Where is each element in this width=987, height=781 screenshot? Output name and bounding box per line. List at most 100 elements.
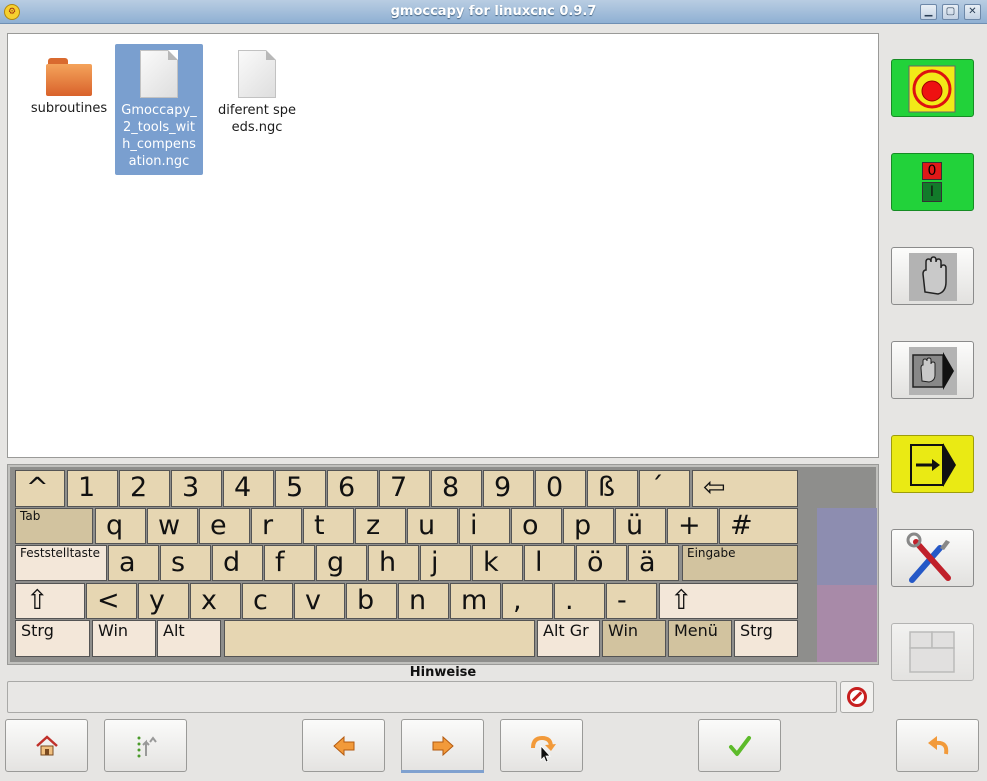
document-icon	[238, 50, 276, 98]
key[interactable]: e	[199, 508, 250, 544]
arrow-right-icon	[910, 443, 956, 487]
key[interactable]: ,	[502, 583, 553, 619]
keyboard-side-panel	[817, 508, 877, 585]
key[interactable]: c	[242, 583, 293, 619]
checkmark-icon	[728, 736, 751, 756]
key[interactable]: s	[160, 545, 211, 581]
hints-field	[7, 681, 837, 713]
key[interactable]: m	[450, 583, 501, 619]
document-icon	[140, 50, 178, 98]
close-icon[interactable]: ✕	[964, 4, 981, 20]
focus-indicator	[401, 770, 484, 773]
key[interactable]: 7	[379, 470, 430, 507]
key[interactable]: 8	[431, 470, 482, 507]
back-button[interactable]	[896, 719, 979, 772]
alt-key[interactable]: Alt	[157, 620, 221, 657]
key[interactable]: j	[420, 545, 471, 581]
key[interactable]: 5	[275, 470, 326, 507]
key[interactable]: z	[355, 508, 406, 544]
key[interactable]: 0	[535, 470, 586, 507]
file-item-folder[interactable]: subroutines	[25, 44, 113, 121]
key[interactable]: l	[524, 545, 575, 581]
tabs-icon	[909, 631, 955, 673]
key[interactable]: ß	[587, 470, 638, 507]
arrow-right-icon	[432, 735, 454, 757]
key[interactable]: w	[147, 508, 198, 544]
jump-to-button[interactable]	[500, 719, 583, 772]
previous-button[interactable]	[302, 719, 385, 772]
file-label: diferent speeds.ngc	[218, 103, 296, 135]
file-item-selected[interactable]: Gmoccapy_2_tools_with_compensation.ngc	[115, 44, 203, 175]
menu-key[interactable]: Menü	[668, 620, 732, 657]
shift-key[interactable]: ⇧	[659, 583, 798, 619]
select-button[interactable]	[698, 719, 781, 772]
key[interactable]: #	[719, 508, 798, 544]
key[interactable]: a	[108, 545, 159, 581]
backspace-key[interactable]: ⇦	[692, 470, 798, 507]
ctrl-key[interactable]: Strg	[15, 620, 90, 657]
key[interactable]: u	[407, 508, 458, 544]
key[interactable]: ´	[639, 470, 690, 507]
settings-button[interactable]	[891, 529, 974, 587]
key[interactable]: g	[316, 545, 367, 581]
key[interactable]: 1	[67, 470, 118, 507]
hand-arrow-icon	[909, 347, 957, 395]
key[interactable]: n	[398, 583, 449, 619]
key[interactable]: i	[459, 508, 510, 544]
key[interactable]: 2	[119, 470, 170, 507]
key[interactable]: -	[606, 583, 657, 619]
alt-gr-key[interactable]: Alt Gr	[537, 620, 600, 657]
hints-label: Hinweise	[409, 665, 477, 680]
file-item[interactable]: diferent speeds.ngc	[213, 44, 301, 140]
space-key[interactable]	[224, 620, 535, 657]
key[interactable]: <	[86, 583, 137, 619]
jump-icon	[530, 735, 556, 763]
caps-lock-key[interactable]: Feststelltaste	[15, 545, 107, 581]
minimize-icon[interactable]: ▁	[920, 4, 937, 20]
file-chooser[interactable]: subroutines Gmoccapy_2_tools_with_compen…	[7, 33, 879, 458]
key[interactable]: y	[138, 583, 189, 619]
win-key[interactable]: Win	[602, 620, 666, 657]
dir-up-button[interactable]	[104, 719, 187, 772]
key[interactable]: h	[368, 545, 419, 581]
key[interactable]: 3	[171, 470, 222, 507]
key[interactable]: d	[212, 545, 263, 581]
enter-key[interactable]: Eingabe	[682, 545, 798, 581]
hand-icon	[909, 253, 957, 301]
key[interactable]: p	[563, 508, 614, 544]
key[interactable]: f	[264, 545, 315, 581]
manual-mode-button[interactable]	[891, 247, 974, 305]
key[interactable]: ^	[15, 470, 65, 507]
key[interactable]: .	[554, 583, 605, 619]
clear-hints-button[interactable]	[840, 681, 874, 713]
key[interactable]: ö	[576, 545, 627, 581]
auto-mode-button[interactable]	[891, 435, 974, 493]
power-on-indicator: I	[922, 182, 942, 202]
machine-power-button[interactable]: 0 I	[891, 153, 974, 211]
user-tabs-button[interactable]	[891, 623, 974, 681]
mdi-mode-button[interactable]	[891, 341, 974, 399]
key[interactable]: ä	[628, 545, 679, 581]
win-key[interactable]: Win	[92, 620, 156, 657]
key[interactable]: o	[511, 508, 562, 544]
key[interactable]: 6	[327, 470, 378, 507]
home-button[interactable]	[5, 719, 88, 772]
key[interactable]: 4	[223, 470, 274, 507]
key[interactable]: r	[251, 508, 302, 544]
key[interactable]: q	[95, 508, 146, 544]
key[interactable]: k	[472, 545, 523, 581]
key[interactable]: ü	[615, 508, 666, 544]
ctrl-key[interactable]: Strg	[734, 620, 798, 657]
key[interactable]: b	[346, 583, 397, 619]
emergency-stop-button[interactable]	[891, 59, 974, 117]
tab-key[interactable]: Tab	[15, 508, 93, 544]
maximize-icon[interactable]: ▢	[942, 4, 959, 20]
key[interactable]: 9	[483, 470, 534, 507]
key[interactable]: v	[294, 583, 345, 619]
key[interactable]: x	[190, 583, 241, 619]
key[interactable]: +	[667, 508, 718, 544]
shift-key[interactable]: ⇧	[15, 583, 85, 619]
undo-arrow-icon	[927, 736, 948, 755]
next-button[interactable]	[401, 719, 484, 772]
key[interactable]: t	[303, 508, 354, 544]
